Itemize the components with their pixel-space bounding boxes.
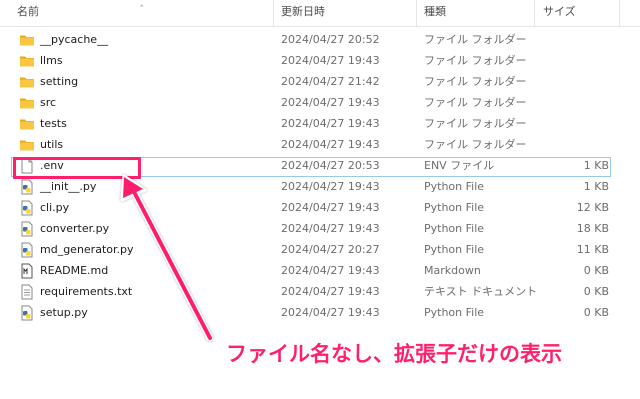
- annotation-caption: ファイル名なし、拡張子だけの表示: [226, 342, 562, 366]
